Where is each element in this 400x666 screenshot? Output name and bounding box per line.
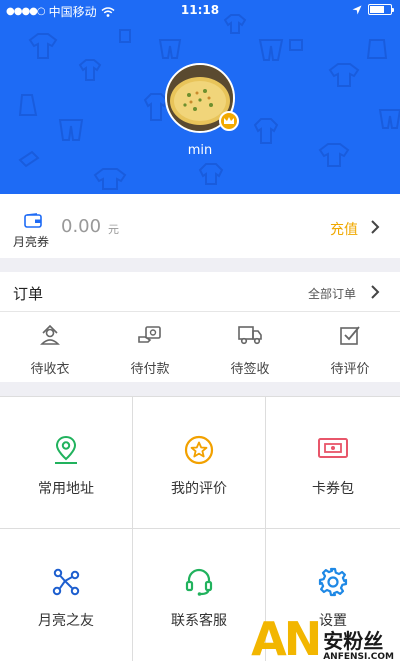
chevron-right-icon[interactable]: [370, 285, 380, 299]
watermark-cn-text: 安粉丝: [323, 629, 384, 653]
order-status-pending-payment[interactable]: 待付款: [100, 324, 200, 377]
order-status-label: 待收衣: [30, 362, 70, 377]
ticket-icon: [318, 438, 348, 458]
hanger-person-icon: [40, 324, 60, 345]
service-label: 卡券包: [312, 481, 354, 497]
currency-unit: 元: [108, 223, 119, 236]
location-pin-icon: [55, 435, 77, 464]
orders-title: 订单: [13, 285, 44, 303]
service-reviews[interactable]: 我的评价: [133, 397, 266, 529]
service-label: 常用地址: [38, 481, 94, 497]
order-status-label: 待评价: [330, 362, 370, 377]
username[interactable]: min: [0, 143, 400, 158]
service-label: 月亮之友: [38, 613, 94, 629]
profile-header: ●●●●○ 中国移动 11:18 min: [0, 0, 400, 194]
coupon-wallet-icon: [24, 213, 42, 228]
order-status-label: 待付款: [130, 362, 170, 377]
order-status-pending-delivery[interactable]: 待签收: [200, 324, 300, 377]
coupon-label: 月亮券: [13, 235, 50, 249]
service-label: 我的评价: [171, 481, 227, 497]
watermark-en-text: ANFENSI.COM: [323, 652, 394, 662]
service-customer-support[interactable]: 联系客服: [133, 529, 266, 661]
chevron-right-icon[interactable]: [370, 220, 380, 234]
order-status-pending-pickup[interactable]: 待收衣: [0, 324, 100, 377]
all-orders-link[interactable]: 全部订单: [308, 285, 356, 302]
service-label: 联系客服: [171, 613, 227, 629]
service-address[interactable]: 常用地址: [0, 397, 133, 529]
vip-crown-icon: [219, 111, 239, 131]
gear-icon: [318, 567, 348, 597]
coupon-balance: 0.00: [61, 216, 102, 237]
order-status-pending-review[interactable]: 待评价: [300, 324, 400, 377]
service-coupons[interactable]: 卡券包: [266, 397, 400, 529]
delivery-truck-icon: [238, 326, 262, 345]
service-friends[interactable]: 月亮之友: [0, 529, 133, 661]
recharge-button[interactable]: 充值: [330, 219, 358, 239]
watermark-logo: AN: [251, 612, 322, 666]
site-watermark: AN 安粉丝 ANFENSI.COM: [251, 616, 394, 662]
avatar[interactable]: [165, 63, 239, 133]
headset-icon: [185, 568, 213, 596]
wallet-payment-icon: [138, 326, 161, 343]
checkbox-review-icon: [340, 326, 360, 345]
friends-network-icon: [52, 568, 80, 596]
order-status-label: 待签收: [230, 362, 270, 377]
star-circle-icon: [184, 435, 214, 465]
